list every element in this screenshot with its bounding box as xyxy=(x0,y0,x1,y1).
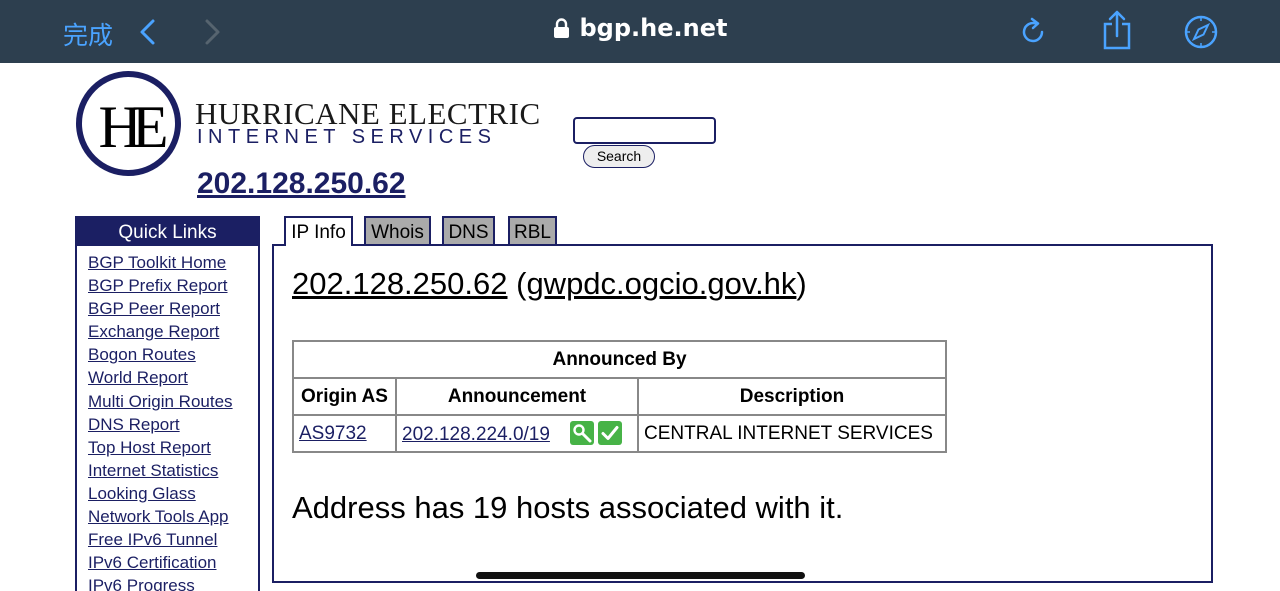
quick-link-internet-statistics[interactable]: Internet Statistics xyxy=(88,460,258,483)
logo-text: HE xyxy=(98,94,169,160)
announced-by-title: Announced By xyxy=(292,340,947,379)
announcement-link[interactable]: 202.128.224.0/19 xyxy=(402,424,550,445)
quick-link-bgp-prefix-report[interactable]: BGP Prefix Report xyxy=(88,275,258,298)
quick-links-panel: Quick Links BGP Toolkit Home BGP Prefix … xyxy=(75,216,260,591)
quick-link-network-tools-app[interactable]: Network Tools App xyxy=(88,506,258,529)
announcement-cell: 202.128.224.0/19 xyxy=(395,414,639,453)
quick-link-bgp-peer-report[interactable]: BGP Peer Report xyxy=(88,298,258,321)
tab-whois[interactable]: Whois xyxy=(364,216,431,244)
quick-link-ipv6-certification[interactable]: IPv6 Certification xyxy=(88,552,258,575)
quick-link-world-report[interactable]: World Report xyxy=(88,367,258,390)
ip-link[interactable]: 202.128.250.62 xyxy=(292,266,508,301)
description-cell: CENTRAL INTERNET SERVICES xyxy=(637,414,947,453)
reload-icon[interactable] xyxy=(1018,17,1048,47)
page-title-ip[interactable]: 202.128.250.62 xyxy=(197,167,406,201)
quick-link-looking-glass[interactable]: Looking Glass xyxy=(88,483,258,506)
quick-links-list: BGP Toolkit Home BGP Prefix Report BGP P… xyxy=(77,246,258,591)
tab-rbl[interactable]: RBL xyxy=(508,216,557,244)
tab-ip-info[interactable]: IP Info xyxy=(284,216,353,246)
checkmark-icon[interactable] xyxy=(597,421,622,445)
quick-link-dns-report[interactable]: DNS Report xyxy=(88,414,258,437)
brand-subtitle: INTERNET SERVICES xyxy=(197,126,497,148)
quick-links-title: Quick Links xyxy=(77,218,258,246)
column-header-origin-as: Origin AS xyxy=(292,377,397,416)
column-header-announcement: Announcement xyxy=(395,377,639,416)
key-search-icon[interactable] xyxy=(569,421,594,445)
tab-dns[interactable]: DNS xyxy=(442,216,495,244)
announced-by-table: Announced By Origin AS Announcement Desc… xyxy=(292,340,947,453)
origin-as-link[interactable]: AS9732 xyxy=(299,423,367,444)
home-indicator[interactable] xyxy=(476,572,805,579)
quick-link-top-host-report[interactable]: Top Host Report xyxy=(88,437,258,460)
column-header-description: Description xyxy=(637,377,947,416)
ip-info-panel: 202.128.250.62 (gwpdc.ogcio.gov.hk) Anno… xyxy=(272,244,1213,583)
ip-heading: 202.128.250.62 (gwpdc.ogcio.gov.hk) xyxy=(292,266,807,301)
browser-toolbar: 完成 bgp.he.net xyxy=(0,0,1280,63)
origin-as-cell: AS9732 xyxy=(292,414,397,453)
quick-link-multi-origin-routes[interactable]: Multi Origin Routes xyxy=(88,391,258,414)
quick-link-bgp-toolkit-home[interactable]: BGP Toolkit Home xyxy=(88,252,258,275)
share-icon[interactable] xyxy=(1101,10,1133,50)
he-logo[interactable]: HE xyxy=(76,71,181,176)
hostname-link[interactable]: gwpdc.ogcio.gov.hk xyxy=(526,266,796,301)
search-input[interactable] xyxy=(573,117,716,144)
compass-icon[interactable] xyxy=(1184,15,1218,49)
hosts-count-text: Address has 19 hosts associated with it. xyxy=(292,490,844,525)
quick-link-free-ipv6-tunnel[interactable]: Free IPv6 Tunnel xyxy=(88,529,258,552)
quick-link-bogon-routes[interactable]: Bogon Routes xyxy=(88,344,258,367)
search-button[interactable]: Search xyxy=(583,145,655,168)
lock-icon xyxy=(553,18,569,38)
table-row: AS9732 202.128.224.0/19 CENTRAL INTERNET… xyxy=(292,414,947,453)
url-text: bgp.he.net xyxy=(579,14,728,42)
quick-link-ipv6-progress[interactable]: IPv6 Progress xyxy=(88,575,258,591)
address-bar[interactable]: bgp.he.net xyxy=(0,14,1280,42)
quick-link-exchange-report[interactable]: Exchange Report xyxy=(88,321,258,344)
